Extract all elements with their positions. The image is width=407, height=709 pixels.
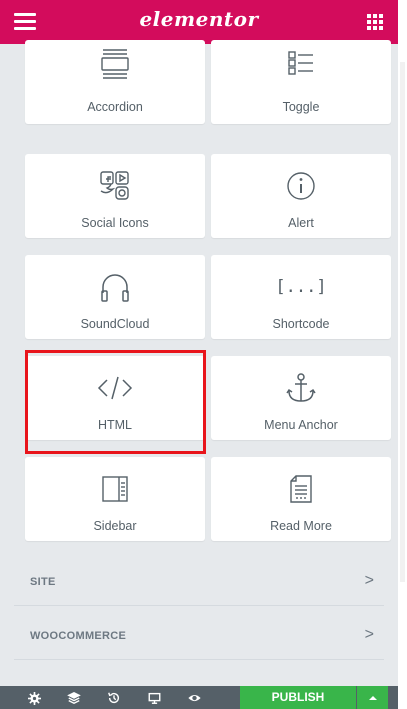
widget-label: Read More [270,519,332,533]
publish-button[interactable]: PUBLISH [240,686,356,709]
widget-label: Shortcode [272,317,330,331]
section-title: SITE [30,576,56,588]
section-title: WOOCOMMERCE [30,630,127,642]
soundcloud-icon [25,271,205,303]
widget-soundcloud[interactable]: SoundCloud [25,255,205,339]
caret-up-icon[interactable] [357,686,388,709]
panel-scrollbar[interactable] [398,0,407,709]
widget-label: Accordion [87,100,143,114]
alert-icon [211,170,391,202]
widgets-grid-icon[interactable] [367,14,383,30]
widget-menu-anchor[interactable]: Menu Anchor [211,356,391,440]
chevron-right-icon: > [364,572,374,589]
navigator-icon[interactable] [66,690,82,706]
widget-shortcode[interactable]: [...] Shortcode [211,255,391,339]
preview-icon[interactable] [186,690,202,706]
shortcode-icon: [...] [211,271,391,303]
section-woocommerce[interactable]: WOOCOMMERCE > [14,612,384,660]
chevron-right-icon: > [364,626,374,643]
widget-html[interactable]: HTML [25,356,205,440]
widget-alert[interactable]: Alert [211,154,391,238]
widget-label: Sidebar [93,519,137,533]
social-icons-icon [25,170,205,202]
widget-label: Alert [288,216,314,230]
widget-label: SoundCloud [80,317,150,331]
panel-header: elementor [0,0,398,44]
widget-label: Toggle [282,100,320,114]
section-site[interactable]: SITE > [14,558,384,606]
settings-icon[interactable] [26,690,42,706]
anchor-icon [211,372,391,404]
widget-label: Menu Anchor [264,418,338,432]
sidebar-icon [25,473,205,505]
elementor-panel: elementor Accordion Toggle Social Icons … [0,0,398,709]
scrollbar-thumb[interactable] [400,62,405,582]
widget-social-icons[interactable]: Social Icons [25,154,205,238]
read-more-icon [211,473,391,505]
widget-label: Social Icons [81,216,149,230]
history-icon[interactable] [106,690,122,706]
toggle-icon [211,46,391,78]
widget-sidebar[interactable]: Sidebar [25,457,205,541]
shortcode-glyph: [...] [275,277,327,297]
html-icon [25,372,205,404]
widget-label: HTML [97,418,133,432]
panel-footer: PUBLISH [0,686,398,709]
widget-toggle[interactable]: Toggle [211,40,391,124]
responsive-icon[interactable] [146,690,162,706]
widget-accordion[interactable]: Accordion [25,40,205,124]
elementor-logo: elementor [139,7,259,31]
widget-read-more[interactable]: Read More [211,457,391,541]
accordion-icon [25,46,205,79]
